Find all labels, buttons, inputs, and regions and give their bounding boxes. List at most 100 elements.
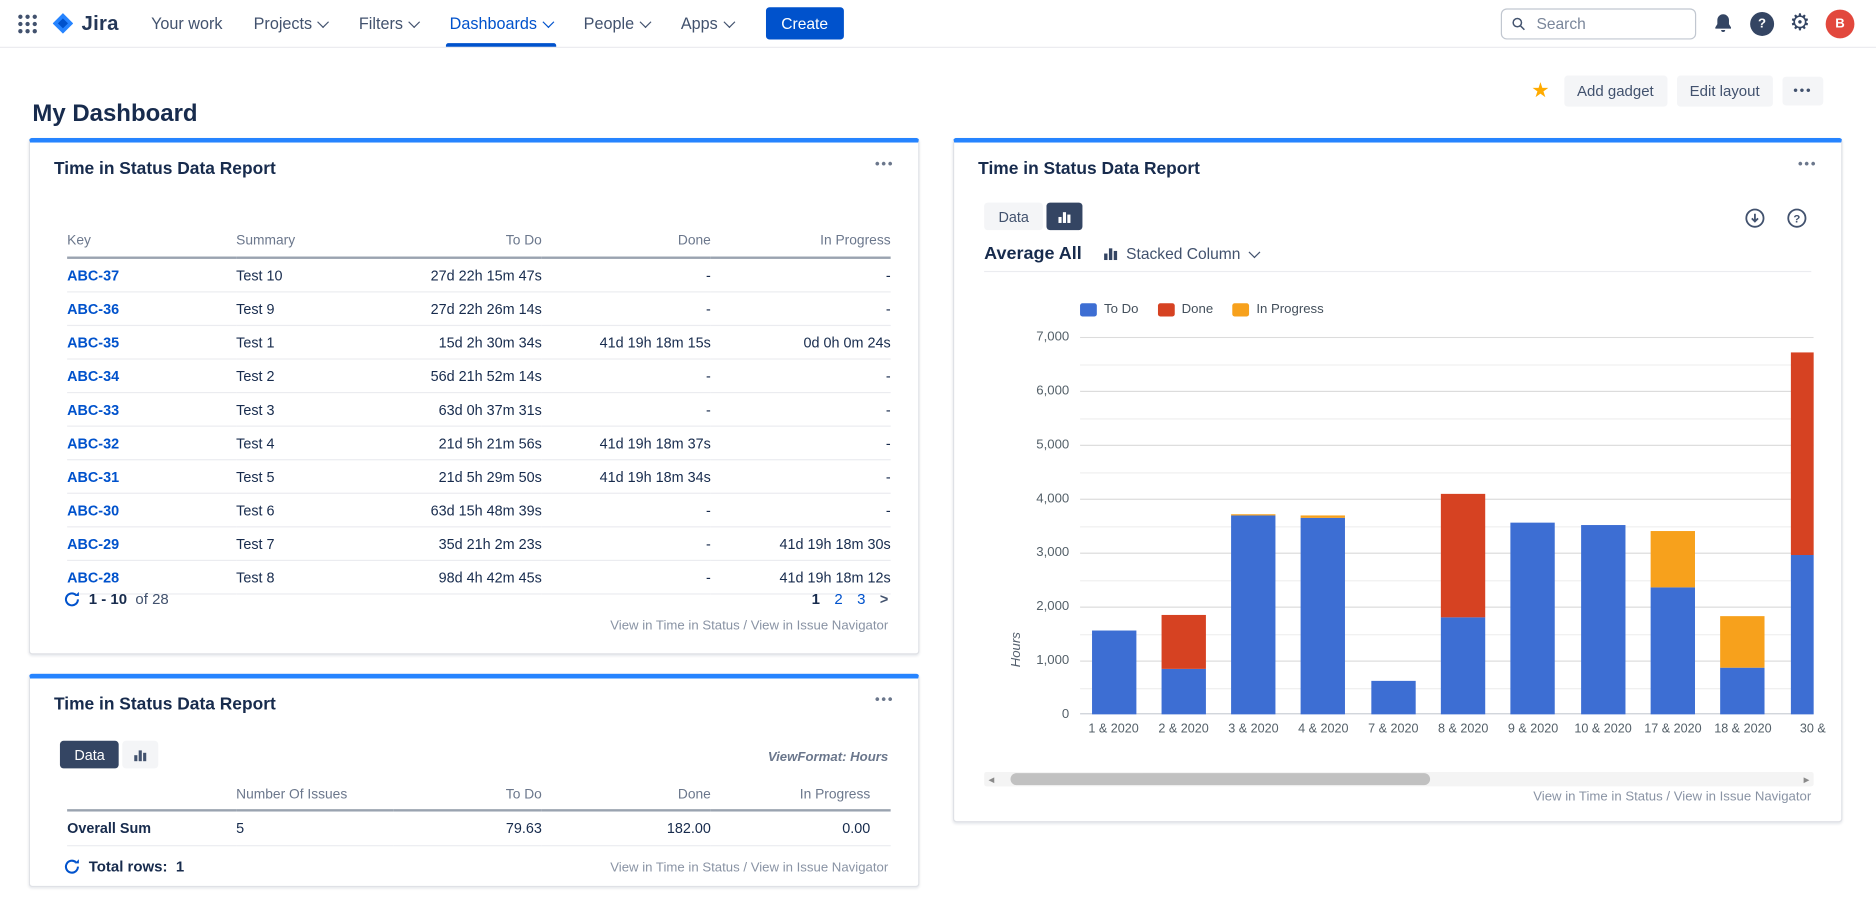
scroll-left-arrow[interactable]: ◄ bbox=[984, 772, 998, 786]
refresh-icon[interactable] bbox=[64, 591, 81, 608]
edit-layout-button[interactable]: Edit layout bbox=[1676, 76, 1772, 107]
col-todo: To Do bbox=[392, 229, 542, 258]
create-button[interactable]: Create bbox=[766, 7, 844, 39]
y-tick-label: 4,000 bbox=[954, 491, 1069, 505]
user-avatar[interactable]: B bbox=[1826, 9, 1855, 38]
legend-item-done[interactable]: Done bbox=[1158, 302, 1213, 316]
issue-key-link[interactable]: ABC-36 bbox=[67, 292, 236, 326]
issue-key-link[interactable]: ABC-32 bbox=[67, 426, 236, 460]
chart-area: Hours 1 & 20202 & 20203 & 20204 & 20207 … bbox=[954, 337, 1813, 745]
view-in-issue-navigator-link[interactable]: View in Issue Navigator bbox=[751, 619, 889, 633]
issue-key-link[interactable]: ABC-34 bbox=[67, 359, 236, 393]
chevron-down-icon bbox=[723, 16, 735, 28]
gadget-more-icon[interactable]: ••• bbox=[1798, 157, 1817, 171]
search-input[interactable] bbox=[1534, 13, 1685, 33]
y-tick-label: 1,000 bbox=[954, 653, 1069, 667]
issue-key-link[interactable]: ABC-37 bbox=[67, 258, 236, 292]
chart-toolbar: ? bbox=[1744, 207, 1808, 229]
view-in-time-in-status-link[interactable]: View in Time in Status bbox=[1533, 790, 1662, 804]
tab-data[interactable]: Data bbox=[984, 203, 1043, 231]
legend-item-in-progress[interactable]: In Progress bbox=[1232, 302, 1323, 316]
view-in-time-in-status-link[interactable]: View in Time in Status bbox=[610, 861, 739, 875]
bar-segment-to-do bbox=[1581, 525, 1625, 715]
add-gadget-button[interactable]: Add gadget bbox=[1564, 76, 1667, 107]
pagination-next-button[interactable]: > bbox=[880, 591, 888, 608]
divider bbox=[984, 271, 1811, 272]
nav-item-projects[interactable]: Projects bbox=[238, 0, 343, 47]
tab-chart[interactable] bbox=[1047, 203, 1083, 231]
bar-segment-in-progress bbox=[1301, 516, 1345, 518]
search-box[interactable] bbox=[1501, 8, 1696, 39]
export-download-icon[interactable] bbox=[1744, 207, 1766, 229]
issue-key-link[interactable]: ABC-29 bbox=[67, 527, 236, 561]
legend-label: Done bbox=[1182, 302, 1214, 316]
issue-row: ABC-34Test 256d 21h 52m 14s-- bbox=[67, 359, 891, 393]
pagination: 1 - 10 of 28 123> bbox=[64, 591, 889, 608]
nav-item-dashboards[interactable]: Dashboards bbox=[434, 0, 568, 47]
settings-gear-icon[interactable]: ⚙ bbox=[1790, 12, 1810, 35]
issue-key-link[interactable]: ABC-35 bbox=[67, 325, 236, 359]
average-all-label: Average All bbox=[984, 243, 1082, 263]
gadget-more-icon[interactable]: ••• bbox=[875, 157, 894, 171]
nav-item-label: Dashboards bbox=[450, 14, 537, 32]
issue-key-link[interactable]: ABC-28 bbox=[67, 560, 236, 594]
gridline bbox=[1080, 418, 1814, 419]
total-rows-label: Total rows: bbox=[89, 858, 168, 875]
chart-help-icon[interactable]: ? bbox=[1786, 207, 1808, 229]
favorite-star-icon[interactable]: ★ bbox=[1531, 79, 1549, 103]
gadget-more-icon[interactable]: ••• bbox=[875, 693, 894, 707]
gridline bbox=[1080, 391, 1814, 392]
view-in-issue-navigator-link[interactable]: View in Issue Navigator bbox=[1674, 790, 1812, 804]
col-done: Done bbox=[542, 784, 711, 810]
legend-item-to-do[interactable]: To Do bbox=[1080, 302, 1138, 316]
nav-item-filters[interactable]: Filters bbox=[343, 0, 434, 47]
summary-inprogress: 0.00 bbox=[711, 810, 891, 845]
issue-inprogress-time: - bbox=[711, 292, 891, 326]
scrollbar-track[interactable] bbox=[999, 772, 1800, 786]
issue-key-link[interactable]: ABC-33 bbox=[67, 393, 236, 427]
pagination-page-2[interactable]: 2 bbox=[834, 591, 842, 608]
issue-done-time: - bbox=[542, 493, 711, 527]
view-in-time-in-status-link[interactable]: View in Time in Status bbox=[610, 619, 739, 633]
chart-controls: Average All Stacked Column bbox=[984, 243, 1258, 263]
link-separator: / bbox=[740, 619, 751, 633]
issues-table: Key Summary To Do Done In Progress ABC-3… bbox=[67, 229, 891, 595]
issue-summary: Test 5 bbox=[236, 460, 392, 494]
issue-row: ABC-33Test 363d 0h 37m 31s-- bbox=[67, 393, 891, 427]
dashboard-more-button[interactable]: ••• bbox=[1782, 77, 1823, 106]
issue-inprogress-time: - bbox=[711, 359, 891, 393]
nav-item-your-work[interactable]: Your work bbox=[136, 0, 239, 47]
chart-horizontal-scrollbar: ◄ ► bbox=[984, 772, 1814, 786]
help-icon[interactable]: ? bbox=[1750, 11, 1774, 35]
y-tick-label: 7,000 bbox=[954, 330, 1069, 344]
issue-key-link[interactable]: ABC-30 bbox=[67, 493, 236, 527]
nav-item-apps[interactable]: Apps bbox=[665, 0, 749, 47]
tab-data[interactable]: Data bbox=[60, 741, 119, 769]
bar-segment-to-do bbox=[1301, 518, 1345, 715]
time-in-status-summary-gadget: Time in Status Data Report ••• Data View… bbox=[29, 674, 920, 887]
nav-item-label: Your work bbox=[151, 14, 222, 32]
nav-item-people[interactable]: People bbox=[568, 0, 665, 47]
issue-row: ABC-29Test 735d 21h 2m 23s-41d 19h 18m 3… bbox=[67, 527, 891, 561]
tab-chart[interactable] bbox=[123, 741, 159, 769]
legend-swatch bbox=[1158, 303, 1175, 316]
notifications-bell-icon[interactable] bbox=[1712, 12, 1735, 35]
time-in-status-table-gadget: Time in Status Data Report ••• Key Summa… bbox=[29, 138, 920, 655]
view-in-issue-navigator-link[interactable]: View in Issue Navigator bbox=[751, 861, 889, 875]
pagination-page-3[interactable]: 3 bbox=[857, 591, 865, 608]
summary-footer: Total rows: 1 bbox=[64, 858, 185, 875]
col-spacer bbox=[67, 784, 236, 810]
issue-key-link[interactable]: ABC-31 bbox=[67, 460, 236, 494]
chart-type-dropdown[interactable]: Stacked Column bbox=[1103, 245, 1258, 263]
scrollbar-thumb[interactable] bbox=[1011, 773, 1431, 785]
bar-segment-to-do bbox=[1651, 588, 1695, 715]
issue-todo-time: 56d 21h 52m 14s bbox=[392, 359, 542, 393]
issue-done-time: 41d 19h 18m 37s bbox=[542, 426, 711, 460]
app-switcher-icon[interactable] bbox=[14, 10, 40, 36]
scroll-right-arrow[interactable]: ► bbox=[1799, 772, 1813, 786]
jira-logo[interactable]: Jira bbox=[50, 11, 118, 36]
refresh-icon[interactable] bbox=[64, 858, 81, 875]
issues-table-body: ABC-37Test 1027d 22h 15m 47s--ABC-36Test… bbox=[67, 258, 891, 594]
nav-item-label: Projects bbox=[254, 14, 312, 32]
issue-row: ABC-30Test 663d 15h 48m 39s-- bbox=[67, 493, 891, 527]
